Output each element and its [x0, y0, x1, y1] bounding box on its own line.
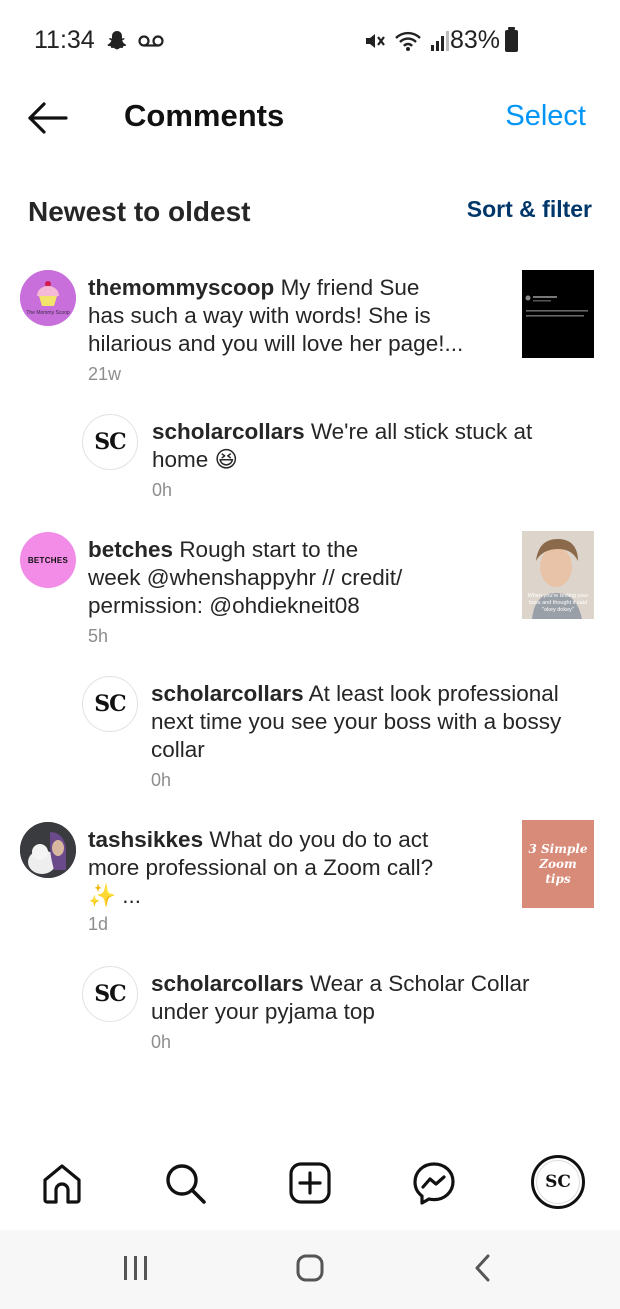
avatar-caption: BETCHES — [27, 555, 69, 565]
reply-item[interactable]: SC scholarcollars We're all stick stuck … — [0, 412, 620, 508]
comment-item[interactable]: BETCHES betches Rough start to the week … — [0, 530, 620, 650]
comment-text-line: My friend Sue — [280, 275, 420, 300]
post-thumbnail[interactable]: 3 Simple Zoom tips — [522, 820, 594, 908]
comment-username[interactable]: betches — [88, 537, 173, 562]
avatar[interactable]: SC — [82, 676, 138, 732]
reply-username[interactable]: scholarcollars — [151, 681, 304, 706]
cupcake-logo: The Mommy Scoop — [20, 270, 76, 326]
reply-timestamp: 0h — [152, 480, 173, 500]
home-icon[interactable] — [39, 1160, 85, 1206]
comment-timestamp: 1d — [88, 914, 109, 934]
system-nav-bar — [0, 1230, 620, 1309]
avatar[interactable]: The Mommy Scoop — [20, 270, 76, 326]
reply-text-line: At least look professional — [308, 681, 559, 706]
reply-timestamp: 0h — [151, 1032, 172, 1052]
reply-text-line: next time you see your boss with a bossy — [151, 709, 562, 734]
back-arrow-icon[interactable] — [26, 96, 70, 140]
sort-order-label: Newest to oldest — [28, 196, 251, 227]
messenger-icon[interactable] — [411, 1160, 457, 1206]
page-title: Comments — [124, 98, 285, 133]
reply-item[interactable]: SC scholarcollars At least look professi… — [0, 674, 620, 794]
comment-text-line: Rough start to the — [179, 537, 359, 562]
back-chevron-icon[interactable] — [472, 1253, 494, 1283]
battery-percent: 83% — [449, 26, 500, 54]
sort-row: Newest to oldest Sort & filter — [0, 190, 620, 240]
comment-timestamp: 21w — [88, 364, 122, 384]
status-time: 11:34 — [34, 26, 95, 54]
reply-timestamp: 0h — [151, 770, 172, 790]
comment-text-line: week @whenshappyhr // credit/ — [88, 565, 403, 590]
reply-text-line: under your pyjama top — [151, 999, 375, 1024]
reply-text-line: collar — [151, 737, 205, 762]
comment-username[interactable]: themommyscoop — [88, 275, 274, 300]
reply-username[interactable]: scholarcollars — [151, 971, 304, 996]
create-icon[interactable] — [287, 1160, 333, 1206]
comment-item[interactable]: tashsikkes What do you do to act more pr… — [0, 820, 620, 940]
comment-text-line: hilarious and you will love her page!... — [88, 331, 464, 356]
recents-icon[interactable] — [121, 1254, 151, 1282]
signal-icon — [431, 31, 449, 51]
comment-text-line: permission: @ohdiekneit08 — [88, 593, 360, 618]
battery-icon — [505, 27, 518, 52]
reply-username[interactable]: scholarcollars — [152, 419, 305, 444]
avatar[interactable]: SC — [82, 966, 138, 1022]
profile-photo — [20, 822, 76, 878]
home-circle-icon[interactable] — [295, 1253, 325, 1283]
voicemail-icon — [138, 35, 164, 47]
reply-text-line: home 😆 — [152, 447, 238, 472]
reply-text-line: Wear a Scholar Collar — [309, 971, 530, 996]
avatar[interactable]: BETCHES — [20, 532, 76, 588]
post-thumbnail[interactable] — [522, 270, 594, 358]
wifi-icon — [395, 31, 421, 51]
comment-text-line: What do you do to act — [209, 827, 429, 852]
svg-text:The Mommy Scoop: The Mommy Scoop — [26, 310, 70, 316]
post-thumbnail[interactable]: When you're texting your boss and though… — [522, 531, 594, 619]
comment-text-line: has such a way with words! She is — [88, 303, 431, 328]
mute-icon — [366, 34, 385, 48]
bottom-nav: SC — [0, 1150, 620, 1224]
avatar[interactable] — [20, 822, 76, 878]
comment-item[interactable]: The Mommy Scoop themommyscoop My friend … — [0, 268, 620, 388]
reply-text-line: We're all stick stuck at — [310, 419, 533, 444]
thumbnail-caption: 3 Simple Zoom tips — [528, 841, 588, 886]
comment-text-line: ✨ ... — [88, 883, 142, 908]
profile-avatar[interactable]: SC — [531, 1155, 585, 1209]
thumbnail-caption: When you're texting your boss and though… — [527, 593, 589, 613]
comment-username[interactable]: tashsikkes — [88, 827, 203, 852]
header: Comments Select — [0, 80, 620, 154]
comment-timestamp: 5h — [88, 626, 109, 646]
snapchat-icon — [107, 31, 127, 50]
status-bar: 11:34 83% — [0, 0, 620, 80]
comment-text-line: more professional on a Zoom call? — [88, 855, 434, 880]
sort-filter-button[interactable]: Sort & filter — [467, 196, 592, 223]
sc-monogram: SC — [536, 1160, 580, 1204]
search-icon[interactable] — [162, 1160, 208, 1206]
select-button[interactable]: Select — [505, 100, 586, 133]
avatar[interactable]: SC — [82, 414, 138, 470]
reply-item[interactable]: SC scholarcollars Wear a Scholar Collar … — [0, 964, 620, 1060]
